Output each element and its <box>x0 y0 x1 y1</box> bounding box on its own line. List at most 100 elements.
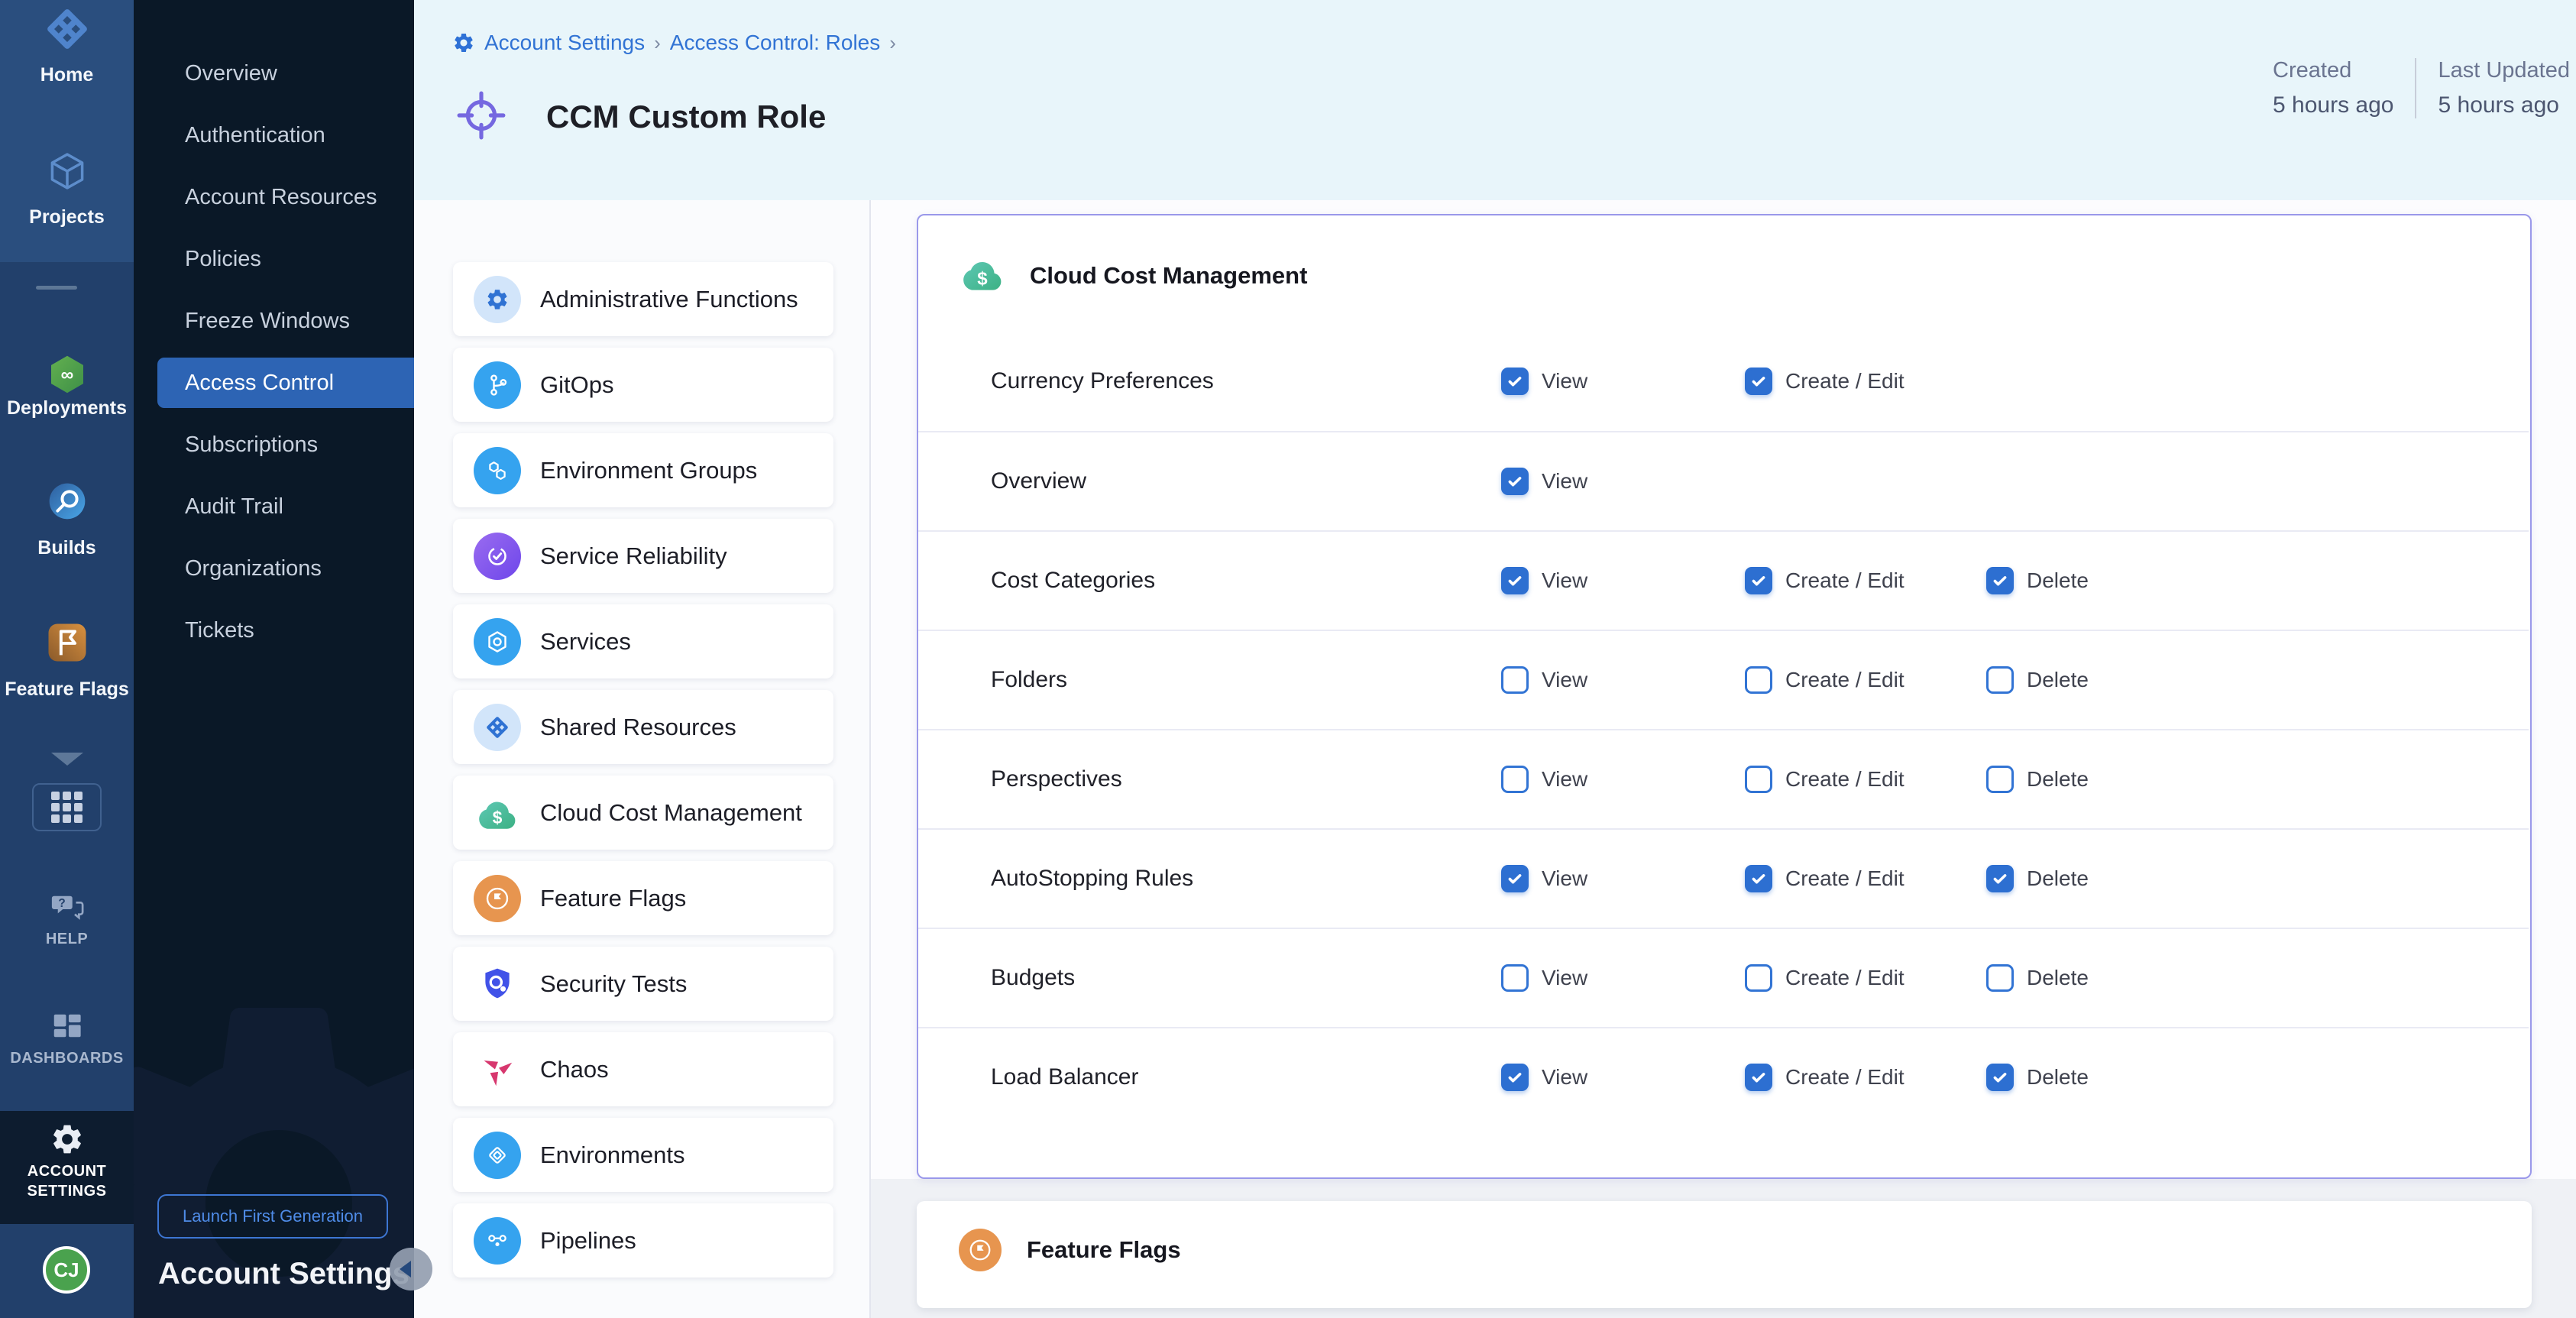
nav-projects-label[interactable]: Projects <box>0 206 134 228</box>
dashboards-button[interactable] <box>0 1010 134 1049</box>
delete-cell: Delete <box>1986 766 2089 793</box>
view-checkbox[interactable] <box>1501 368 1529 395</box>
svg-text:∞: ∞ <box>60 364 73 384</box>
nav-builds[interactable] <box>0 480 134 526</box>
breadcrumb-account-settings[interactable]: Account Settings <box>484 31 645 55</box>
create-edit-checkbox[interactable] <box>1745 865 1772 892</box>
view-checkbox[interactable] <box>1501 964 1529 992</box>
category-feature-flags[interactable]: Feature Flags <box>453 861 833 935</box>
delete-checkbox[interactable] <box>1986 567 2014 594</box>
nav-account-settings[interactable]: ACCOUNT SETTINGS <box>0 1111 134 1224</box>
account-settings-label-2: SETTINGS <box>0 1183 134 1200</box>
create-edit-checkbox[interactable] <box>1745 766 1772 793</box>
module-grid-icon <box>51 792 83 823</box>
create-edit-cell: Create / Edit <box>1745 1064 1904 1091</box>
help-label[interactable]: HELP <box>0 931 134 948</box>
svg-text:$: $ <box>977 268 988 289</box>
permission-row-budgets: Budgets View Create / Edit Delete <box>918 928 2529 1027</box>
delete-cell: Delete <box>1986 666 2089 694</box>
create-edit-checkbox[interactable] <box>1745 567 1772 594</box>
permission-row-overview: Overview View Create / Edit Delete <box>918 431 2529 530</box>
security-tests-icon <box>474 960 521 1008</box>
category-services[interactable]: Services <box>453 604 833 678</box>
collapse-nav-button[interactable] <box>390 1248 432 1290</box>
category-shared-resources[interactable]: Shared Resources <box>453 690 833 764</box>
nav-home-label[interactable]: Home <box>0 64 134 86</box>
subnav-panel-title: Account Settings <box>158 1257 409 1291</box>
create-edit-checkbox[interactable] <box>1745 964 1772 992</box>
gear-icon <box>0 1122 134 1161</box>
breadcrumb-roles[interactable]: Access Control: Roles <box>670 31 880 55</box>
create-edit-checkbox[interactable] <box>1745 368 1772 395</box>
subnav-item-overview[interactable]: Overview <box>134 43 414 105</box>
subnav-item-audit-trail[interactable]: Audit Trail <box>134 476 414 538</box>
content-area: Administrative Functions GitOps Environm… <box>414 200 2576 1318</box>
category-service-reliability[interactable]: Service Reliability <box>453 519 833 593</box>
feature-flags-icon <box>959 1229 1002 1271</box>
view-checkbox[interactable] <box>1501 766 1529 793</box>
create-edit-label: Create / Edit <box>1785 1065 1904 1090</box>
delete-checkbox[interactable] <box>1986 964 2014 992</box>
view-checkbox[interactable] <box>1501 468 1529 495</box>
view-label: View <box>1542 866 1587 891</box>
category-administrative-functions[interactable]: Administrative Functions <box>453 262 833 336</box>
view-checkbox[interactable] <box>1501 666 1529 694</box>
create-edit-cell: Create / Edit <box>1745 766 1904 793</box>
target-icon <box>456 90 506 144</box>
subnav-item-freeze-windows[interactable]: Freeze Windows <box>134 290 414 352</box>
category-security-tests[interactable]: Security Tests <box>453 947 833 1021</box>
projects-icon <box>46 150 89 196</box>
module-picker-button[interactable] <box>32 783 102 831</box>
subnav-item-account-resources[interactable]: Account Resources <box>134 167 414 228</box>
category-pipelines[interactable]: Pipelines <box>453 1203 833 1278</box>
subnav-item-tickets[interactable]: Tickets <box>134 600 414 662</box>
view-checkbox[interactable] <box>1501 865 1529 892</box>
nav-feature-flags[interactable] <box>0 621 134 668</box>
subnav-item-policies[interactable]: Policies <box>134 228 414 290</box>
create-edit-checkbox[interactable] <box>1745 666 1772 694</box>
nav-home[interactable] <box>0 6 134 56</box>
gear-icon <box>452 31 475 54</box>
subnav-item-subscriptions[interactable]: Subscriptions <box>134 414 414 476</box>
shared-resources-icon <box>474 704 521 751</box>
avatar[interactable]: CJ <box>43 1246 90 1294</box>
category-environment-groups[interactable]: Environment Groups <box>453 433 833 507</box>
delete-checkbox[interactable] <box>1986 766 2014 793</box>
create-edit-label: Create / Edit <box>1785 568 1904 593</box>
environment-groups-icon <box>474 447 521 494</box>
nav-deployments-label[interactable]: Deployments <box>0 397 134 419</box>
delete-cell: Delete <box>1986 964 2089 992</box>
view-checkbox[interactable] <box>1501 1064 1529 1091</box>
dashboards-label[interactable]: DASHBOARDS <box>0 1050 134 1067</box>
delete-checkbox[interactable] <box>1986 666 2014 694</box>
gear-icon <box>474 276 521 323</box>
chaos-icon <box>474 1046 521 1093</box>
page-title: CCM Custom Role <box>546 99 826 135</box>
subnav-item-access-control[interactable]: Access Control <box>157 358 414 408</box>
dashboards-icon <box>50 1010 85 1049</box>
view-checkbox[interactable] <box>1501 567 1529 594</box>
category-gitops[interactable]: GitOps <box>453 348 833 422</box>
nav-feature-flags-label[interactable]: Feature Flags <box>0 678 134 701</box>
create-edit-cell: Create / Edit <box>1745 964 1904 992</box>
category-chaos[interactable]: Chaos <box>453 1032 833 1106</box>
category-cloud-cost-management[interactable]: $ Cloud Cost Management <box>453 776 833 850</box>
rail-more-chevron[interactable] <box>0 753 134 766</box>
nav-builds-label[interactable]: Builds <box>0 537 134 559</box>
category-environments[interactable]: Environments <box>453 1118 833 1192</box>
subnav-item-authentication[interactable]: Authentication <box>134 105 414 167</box>
nav-deployments[interactable]: ∞ <box>0 353 134 400</box>
builds-icon <box>46 480 89 526</box>
subnav-item-organizations[interactable]: Organizations <box>134 538 414 600</box>
view-cell: View <box>1501 1064 1587 1091</box>
create-edit-checkbox[interactable] <box>1745 1064 1772 1091</box>
delete-checkbox[interactable] <box>1986 1064 2014 1091</box>
permission-row-folders: Folders View Create / Edit Delete <box>918 630 2529 729</box>
launch-first-generation-button[interactable]: Launch First Generation <box>157 1194 388 1239</box>
meta-divider <box>2415 58 2416 118</box>
section-title: Cloud Cost Management <box>1030 262 1307 290</box>
help-button[interactable]: ? <box>0 891 134 930</box>
nav-projects[interactable] <box>0 150 134 196</box>
delete-checkbox[interactable] <box>1986 865 2014 892</box>
create-edit-label: Create / Edit <box>1785 767 1904 792</box>
